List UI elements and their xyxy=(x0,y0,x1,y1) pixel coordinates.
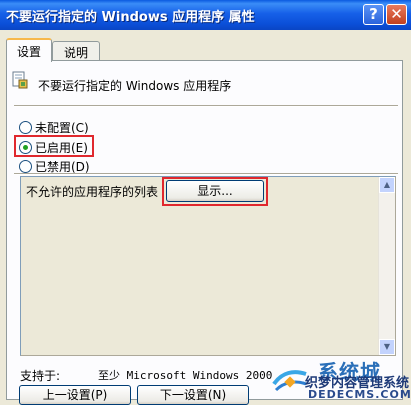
window-title: 不要运行指定的 Windows 应用程序 属性 xyxy=(6,10,255,25)
highlight-show-box xyxy=(162,177,268,206)
policy-setting-icon xyxy=(12,71,28,89)
radio-circle[interactable] xyxy=(19,121,32,134)
next-setting-button[interactable]: 下一设置(N) xyxy=(137,385,249,405)
title-bar[interactable]: 不要运行指定的 Windows 应用程序 属性 ? ✕ xyxy=(0,0,411,30)
supported-on-label: 支持于: xyxy=(20,369,61,383)
divider-options xyxy=(14,173,398,175)
radio-not-configured-label: 未配置(C) xyxy=(35,121,89,135)
disallowed-apps-label: 不允许的应用程序的列表 xyxy=(26,185,159,199)
divider-top xyxy=(14,105,398,107)
tab-explain-label: 说明 xyxy=(63,46,88,60)
scroll-up-icon[interactable]: ▲ xyxy=(379,177,395,193)
scroll-down-icon[interactable]: ▼ xyxy=(379,339,395,355)
watermark-domain: DEDECMS.COM xyxy=(308,388,411,401)
tab-settings-label: 设置 xyxy=(16,45,41,59)
radio-circle[interactable] xyxy=(19,160,32,173)
supported-on-value: 至少 Microsoft Windows 2000 xyxy=(98,369,273,382)
help-button[interactable]: ? xyxy=(363,4,384,25)
policy-title: 不要运行指定的 Windows 应用程序 xyxy=(38,79,232,93)
watermark-logo-icon xyxy=(272,370,307,392)
tab-explain[interactable]: 说明 xyxy=(52,41,100,61)
close-button[interactable]: ✕ xyxy=(386,4,407,25)
highlight-enabled-box xyxy=(14,135,94,157)
radio-not-configured[interactable]: 未配置(C) xyxy=(19,119,89,136)
options-scrollbar[interactable]: ▲ ▼ xyxy=(378,177,395,355)
previous-setting-button[interactable]: 上一设置(P) xyxy=(19,385,131,405)
tab-settings[interactable]: 设置 xyxy=(6,38,52,62)
